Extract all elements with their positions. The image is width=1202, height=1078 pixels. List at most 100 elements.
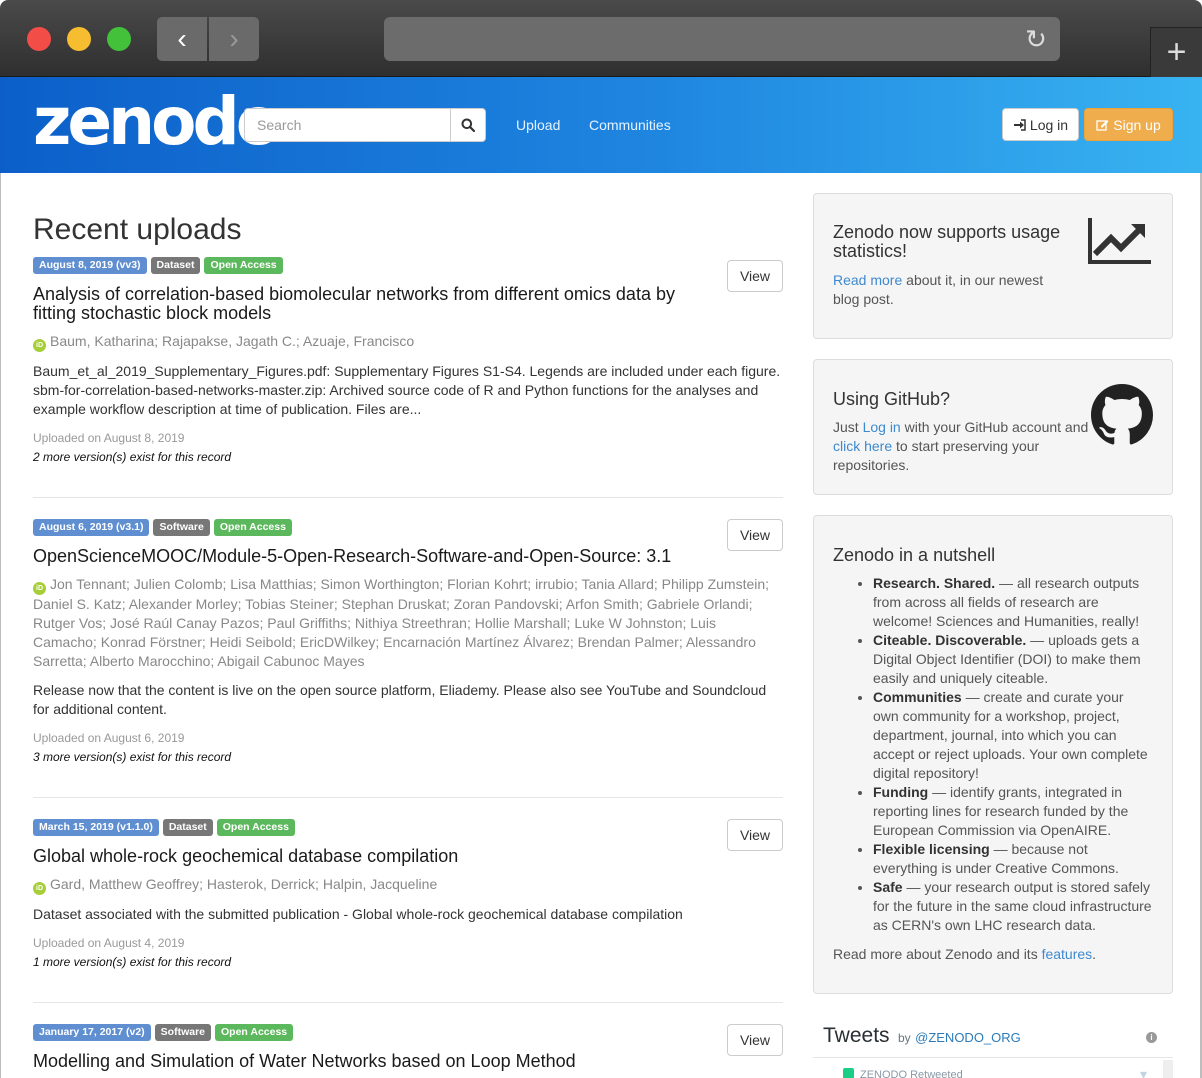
record-item: View January 17, 2017 (v2) Software Open…: [33, 1003, 783, 1078]
info-icon[interactable]: i: [1146, 1032, 1157, 1043]
list-item: Research. Shared. — all research outputs…: [873, 574, 1153, 631]
forward-arrow-icon: ›: [229, 23, 239, 54]
type-badge[interactable]: Dataset: [150, 257, 201, 274]
minimize-window-button[interactable]: [67, 27, 91, 51]
tweets-title: Tweets: [823, 1024, 890, 1047]
login-button[interactable]: Log in: [1002, 108, 1079, 141]
window-border-left: [0, 77, 1, 1078]
twitter-handle-link[interactable]: @ZENODO_ORG: [915, 1030, 1021, 1045]
record-description: Release now that the content is live on …: [33, 682, 767, 717]
github-login-link[interactable]: Log in: [863, 419, 901, 435]
list-item: Flexible licensing — because not everyth…: [873, 840, 1153, 878]
authors-text: Jon Tennant; Julien Colomb; Lisa Matthia…: [33, 576, 770, 669]
signup-label: Sign up: [1113, 116, 1161, 133]
site-header: zenodo Upload Communities Log in Sign up: [0, 77, 1202, 173]
record-authors: iD Jon Tennant; Julien Colomb; Lisa Matth…: [33, 575, 783, 671]
authors-text: Gard, Matthew Geoffrey; Hasterok, Derric…: [50, 876, 438, 892]
browser-toolbar: ‹ › ↻ +: [0, 0, 1202, 77]
view-button[interactable]: View: [727, 1024, 783, 1056]
type-badge[interactable]: Software: [153, 519, 210, 536]
versions-note: 2 more version(s) exist for this record: [33, 450, 232, 464]
list-item: Citeable. Discoverable. — uploads gets a…: [873, 631, 1153, 688]
login-label: Log in: [1029, 116, 1069, 133]
access-badge[interactable]: Open Access: [215, 1024, 294, 1041]
list-item: Communities — create and curate your own…: [873, 688, 1153, 783]
record-authors: iD Gard, Matthew Geoffrey; Hasterok, Derr…: [33, 875, 783, 895]
authors-text: Baum, Katharina; Rajapakse, Jagath C.; A…: [50, 333, 415, 349]
tweets-header: Tweets by @ZENODO_ORG i: [813, 1020, 1173, 1058]
back-button[interactable]: ‹: [157, 17, 207, 61]
twitter-timeline: Tweets by @ZENODO_ORG i ZENODO Retweeted…: [813, 1020, 1173, 1078]
features-link[interactable]: features: [1042, 946, 1093, 962]
record-title[interactable]: Analysis of correlation-based biomolecul…: [33, 285, 783, 323]
click-here-link[interactable]: click here: [833, 438, 892, 454]
view-button[interactable]: View: [727, 519, 783, 551]
access-badge[interactable]: Open Access: [204, 257, 283, 274]
record-title[interactable]: OpenScienceMOOC/Module-5-Open-Research-S…: [33, 547, 783, 566]
view-button[interactable]: View: [727, 260, 783, 292]
edit-icon: [1096, 119, 1109, 131]
date-badge[interactable]: January 17, 2017 (v2): [33, 1024, 151, 1041]
timeline-scrollbar[interactable]: [1163, 1060, 1173, 1078]
record-description: Dataset associated with the submitted pu…: [33, 906, 683, 922]
github-panel: Using GitHub? Just Log in with your GitH…: [813, 359, 1173, 495]
date-badge[interactable]: March 15, 2019 (v1.1.0): [33, 819, 159, 836]
orcid-icon: iD: [33, 882, 46, 895]
record-item: View August 6, 2019 (v3.1) Software Open…: [33, 498, 783, 798]
nav-upload-link[interactable]: Upload: [516, 117, 560, 133]
access-badge[interactable]: Open Access: [213, 519, 292, 536]
usage-statistics-panel: Zenodo now supports usage statistics! Re…: [813, 193, 1173, 339]
versions-note: 3 more version(s) exist for this record: [33, 750, 232, 764]
zenodo-logo[interactable]: zenodo: [33, 89, 281, 155]
search-form: [244, 108, 486, 142]
orcid-icon: iD: [33, 582, 46, 595]
record-authors: iD Baum, Katharina; Rajapakse, Jagath C.;…: [33, 332, 783, 352]
list-item: Funding — identify grants, integrated in…: [873, 783, 1153, 840]
versions-note: 1 more version(s) exist for this record: [33, 955, 232, 969]
list-item: Safe — your research output is stored sa…: [873, 878, 1153, 935]
recent-uploads-section: Recent uploads View August 8, 2019 (vv3)…: [33, 173, 783, 1078]
record-description: Baum_et_al_2019_Supplementary_Figures.pd…: [33, 363, 781, 417]
github-octocat-icon: [1091, 384, 1153, 445]
upload-date: Uploaded on August 4, 2019: [33, 936, 185, 950]
view-button[interactable]: View: [727, 819, 783, 851]
retweet-icon: [843, 1068, 854, 1078]
back-arrow-icon: ‹: [177, 23, 187, 54]
record-title[interactable]: Modelling and Simulation of Water Networ…: [33, 1052, 783, 1071]
nutshell-title: Zenodo in a nutshell: [833, 545, 996, 565]
page-title: Recent uploads: [33, 213, 242, 246]
read-more-link[interactable]: Read more: [833, 272, 902, 288]
tweet-item[interactable]: ZENODO Retweeted ▾: [813, 1058, 1173, 1078]
read-more-features: Read more about Zenodo and its features.: [833, 946, 1097, 962]
upload-date: Uploaded on August 8, 2019: [33, 431, 185, 445]
line-chart-icon: [1088, 218, 1151, 264]
stats-text: Read more about it, in our newest blog p…: [833, 272, 1044, 307]
sign-in-icon: [1013, 118, 1026, 131]
record-item: View March 15, 2019 (v1.1.0) Dataset Ope…: [33, 798, 783, 1003]
forward-button[interactable]: ›: [209, 17, 259, 61]
search-icon: [461, 118, 475, 132]
nutshell-panel: Zenodo in a nutshell Research. Shared. —…: [813, 515, 1173, 994]
new-tab-button[interactable]: +: [1150, 27, 1202, 77]
orcid-icon: iD: [33, 339, 46, 352]
record-title[interactable]: Global whole-rock geochemical database c…: [33, 847, 783, 866]
access-badge[interactable]: Open Access: [216, 819, 295, 836]
search-button[interactable]: [450, 109, 485, 141]
record-item: View August 8, 2019 (vv3) Dataset Open A…: [33, 247, 783, 498]
nav-communities-link[interactable]: Communities: [589, 117, 671, 133]
signup-button[interactable]: Sign up: [1084, 108, 1173, 141]
stats-title: Zenodo now supports usage statistics!: [833, 222, 1061, 261]
twitter-bird-icon: ▾: [1139, 1066, 1147, 1078]
maximize-window-button[interactable]: [107, 27, 131, 51]
github-text: Just Log in with your GitHub account and…: [833, 419, 1089, 473]
type-badge[interactable]: Software: [154, 1024, 211, 1041]
type-badge[interactable]: Dataset: [162, 819, 213, 836]
date-badge[interactable]: August 6, 2019 (v3.1): [33, 519, 150, 536]
address-bar[interactable]: ↻: [384, 17, 1060, 61]
close-window-button[interactable]: [27, 27, 51, 51]
features-list: Research. Shared. — all research outputs…: [833, 574, 1153, 935]
search-input[interactable]: [245, 109, 450, 141]
upload-date: Uploaded on August 6, 2019: [33, 731, 185, 745]
date-badge[interactable]: August 8, 2019 (vv3): [33, 257, 147, 274]
reload-icon[interactable]: ↻: [1022, 25, 1050, 53]
